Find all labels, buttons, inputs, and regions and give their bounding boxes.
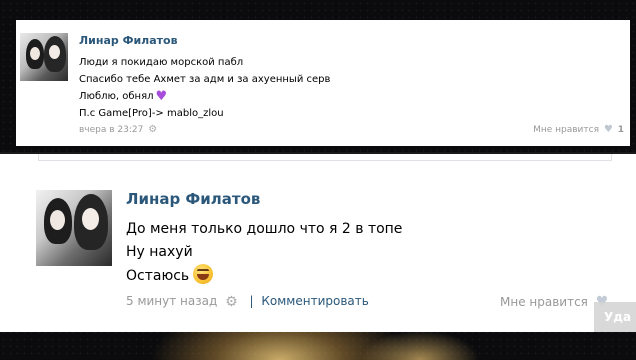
post-text: Люди я покидаю морской пабл Спасибо тебе… <box>79 54 330 122</box>
gear-icon[interactable]: ⚙ <box>225 294 238 310</box>
laughing-emoji-icon <box>193 264 214 284</box>
like-button[interactable]: Мне нравится ♥ 1 <box>533 124 624 135</box>
heart-icon: ♥ <box>603 124 613 135</box>
purple-heart-icon: ♥ <box>155 89 168 104</box>
author-name[interactable]: Линар Филатов <box>126 190 260 208</box>
post-card: Линар Филатов Люди я покидаю морской паб… <box>16 20 630 146</box>
background-light <box>360 330 480 360</box>
post-text-line: Спасибо тебе Ахмет за адм и за ахуенный … <box>79 74 331 85</box>
author-name[interactable]: Линар Филатов <box>79 34 178 47</box>
post-text-line: П.с Game[Pro]-> mablo_zlou <box>79 108 224 119</box>
timestamp[interactable]: вчера в 23:27 <box>79 125 143 135</box>
comment-link[interactable]: Комментировать <box>261 294 368 308</box>
post-text: До меня только дошло что я 2 в топе Ну н… <box>126 218 402 287</box>
avatar[interactable] <box>36 190 112 266</box>
gear-icon[interactable]: ⚙ <box>148 124 157 135</box>
post-text-line: Люблю, обнял ♥ <box>79 89 168 104</box>
like-button[interactable]: Мне нравится ♥ <box>500 294 608 310</box>
post-text-line: Остаюсь <box>126 264 402 287</box>
post-meta: 5 минут назад ⚙ | Комментировать <box>126 294 369 310</box>
avatar[interactable] <box>20 33 68 81</box>
divider <box>38 154 612 161</box>
like-label: Мне нравится <box>500 295 588 309</box>
post-text-line: До меня только дошло что я 2 в топе <box>126 221 403 237</box>
post-text-line: Ну нахуй <box>126 244 193 260</box>
like-label: Мне нравится <box>533 125 600 135</box>
post-card: Линар Филатов До меня только дошло что я… <box>0 152 636 332</box>
delete-overlay-button[interactable]: Уда <box>594 302 636 332</box>
post-text-line: Люди я покидаю морской пабл <box>79 57 244 68</box>
separator: | <box>249 294 254 308</box>
like-count: 1 <box>617 125 624 135</box>
post-meta: вчера в 23:27 ⚙ <box>79 124 157 135</box>
timestamp[interactable]: 5 минут назад <box>126 294 217 308</box>
